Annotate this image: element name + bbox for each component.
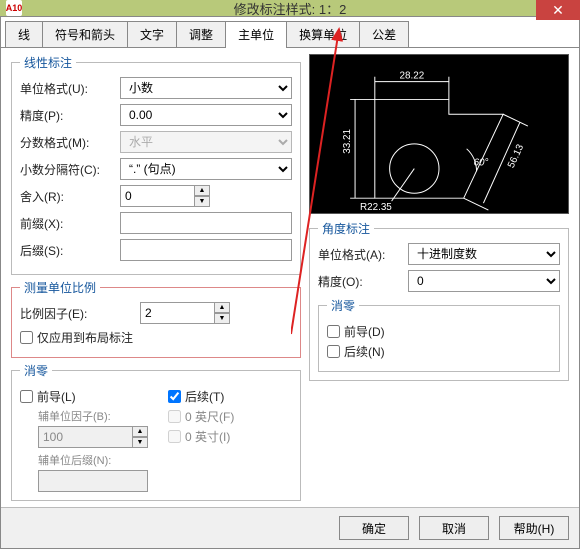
subunit-spin-down: ▼ bbox=[132, 437, 148, 448]
round-label: 舍入(R): bbox=[20, 188, 120, 205]
precision-select[interactable]: 0.00 bbox=[120, 104, 292, 126]
subunit-factor-label: 辅单位因子(B): bbox=[38, 408, 148, 424]
window-title: 修改标注样式: 1：2 bbox=[234, 0, 347, 18]
svg-text:R22.35: R22.35 bbox=[360, 202, 392, 213]
app-icon: A10 bbox=[6, 0, 22, 16]
fraction-format-select: 水平 bbox=[120, 131, 292, 153]
angular-leading-checkbox[interactable] bbox=[327, 325, 340, 338]
trailing-checkbox[interactable] bbox=[168, 390, 181, 403]
tab-symbols-arrows[interactable]: 符号和箭头 bbox=[42, 21, 128, 47]
fraction-format-label: 分数格式(M): bbox=[20, 134, 120, 151]
angular-unit-select[interactable]: 十进制度数 bbox=[408, 243, 560, 265]
scale-spin-up[interactable]: ▲ bbox=[214, 302, 230, 313]
leading-checkbox[interactable] bbox=[20, 390, 33, 403]
leading-label: 前导(L) bbox=[37, 388, 76, 405]
angular-legend: 角度标注 bbox=[318, 220, 374, 237]
apply-layout-checkbox[interactable] bbox=[20, 331, 33, 344]
subunit-suffix-input bbox=[38, 470, 148, 492]
tabs-container: 线 符号和箭头 文字 调整 主单位 换算单位 公差 bbox=[1, 17, 579, 48]
suffix-input[interactable] bbox=[120, 239, 292, 261]
tab-primary-units[interactable]: 主单位 bbox=[225, 21, 287, 47]
tab-fit[interactable]: 调整 bbox=[176, 21, 226, 47]
scale-spin-down[interactable]: ▼ bbox=[214, 313, 230, 324]
unit-format-label: 单位格式(U): bbox=[20, 80, 120, 97]
scale-legend: 测量单位比例 bbox=[20, 279, 100, 296]
help-button[interactable]: 帮助(H) bbox=[499, 516, 569, 540]
decimal-sep-select[interactable]: “.” (句点) bbox=[120, 158, 292, 180]
svg-text:60°: 60° bbox=[474, 158, 489, 169]
round-spin-up[interactable]: ▲ bbox=[194, 185, 210, 196]
angular-leading-label: 前导(D) bbox=[344, 323, 385, 340]
scale-factor-input[interactable] bbox=[140, 302, 214, 324]
angular-unit-label: 单位格式(A): bbox=[318, 246, 408, 263]
angular-trailing-label: 后续(N) bbox=[344, 343, 385, 360]
angular-group: 角度标注 单位格式(A): 十进制度数 精度(O): 0 消零 前导(D) bbox=[309, 220, 569, 381]
svg-text:28.22: 28.22 bbox=[400, 71, 425, 82]
trailing-label: 后续(T) bbox=[185, 388, 224, 405]
tab-tolerance[interactable]: 公差 bbox=[359, 21, 409, 47]
suppress-legend: 消零 bbox=[20, 362, 52, 379]
angular-suppress-legend: 消零 bbox=[327, 297, 359, 314]
angular-precision-label: 精度(O): bbox=[318, 273, 408, 290]
scale-factor-label: 比例因子(E): bbox=[20, 305, 140, 322]
titlebar: A10 修改标注样式: 1：2 ✕ bbox=[0, 0, 580, 16]
unit-format-select[interactable]: 小数 bbox=[120, 77, 292, 99]
prefix-label: 前缀(X): bbox=[20, 215, 120, 232]
cancel-button[interactable]: 取消 bbox=[419, 516, 489, 540]
button-bar: 确定 取消 帮助(H) bbox=[1, 507, 579, 548]
suppress-group: 消零 前导(L) 辅单位因子(B): ▲▼ bbox=[11, 362, 301, 501]
angular-suppress-group: 消零 前导(D) 后续(N) bbox=[318, 297, 560, 372]
round-spin-down[interactable]: ▼ bbox=[194, 196, 210, 207]
linear-dim-group: 线性标注 单位格式(U): 小数 精度(P): 0.00 分数格式(M): 水平 bbox=[11, 54, 301, 275]
close-button[interactable]: ✕ bbox=[536, 0, 580, 20]
angular-trailing-checkbox[interactable] bbox=[327, 345, 340, 358]
feet-checkbox bbox=[168, 410, 181, 423]
apply-layout-label: 仅应用到布局标注 bbox=[37, 329, 133, 346]
angular-precision-select[interactable]: 0 bbox=[408, 270, 560, 292]
svg-text:33.21: 33.21 bbox=[342, 129, 353, 154]
preview-pane: 28.22 33.21 56.13 60° R22.35 bbox=[309, 54, 569, 214]
ok-button[interactable]: 确定 bbox=[339, 516, 409, 540]
feet-label: 0 英尺(F) bbox=[185, 408, 234, 425]
scale-group: 测量单位比例 比例因子(E): ▲▼ 仅应用到布局标注 bbox=[11, 279, 301, 358]
suffix-label: 后缀(S): bbox=[20, 242, 120, 259]
tab-alt-units[interactable]: 换算单位 bbox=[286, 21, 360, 47]
subunit-spin-up: ▲ bbox=[132, 426, 148, 437]
tab-text[interactable]: 文字 bbox=[127, 21, 177, 47]
linear-legend: 线性标注 bbox=[20, 54, 76, 71]
prefix-input[interactable] bbox=[120, 212, 292, 234]
round-input[interactable] bbox=[120, 185, 194, 207]
decimal-sep-label: 小数分隔符(C): bbox=[20, 161, 120, 178]
inches-label: 0 英寸(I) bbox=[185, 428, 230, 445]
subunit-suffix-label: 辅单位后缀(N): bbox=[38, 452, 148, 468]
tab-lines[interactable]: 线 bbox=[5, 21, 43, 47]
inches-checkbox bbox=[168, 430, 181, 443]
precision-label: 精度(P): bbox=[20, 107, 120, 124]
subunit-factor-input bbox=[38, 426, 132, 448]
